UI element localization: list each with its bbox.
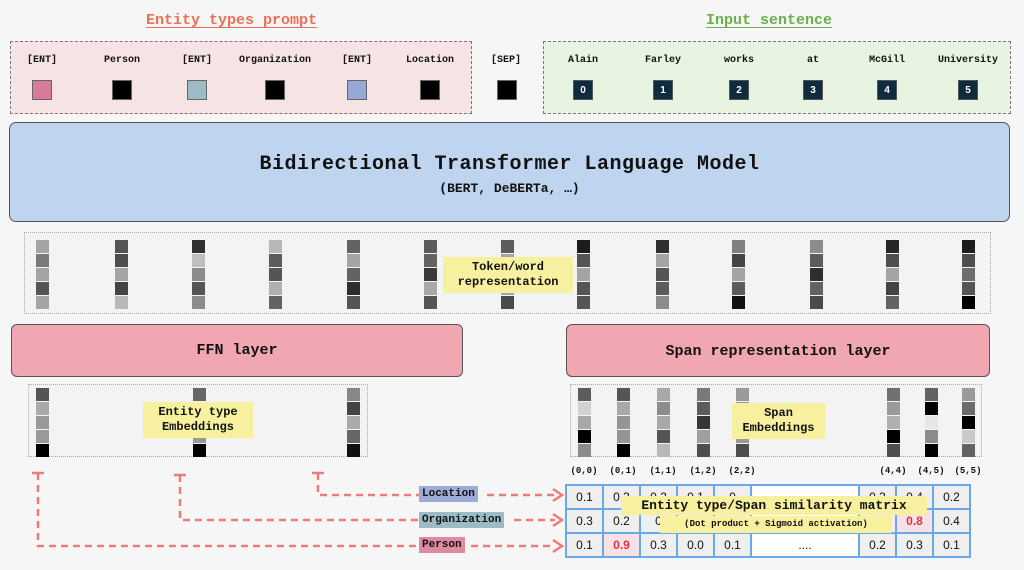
organization-connector-line (178, 475, 420, 522)
matrix-cell: 0.1 (713, 532, 752, 558)
similarity-matrix-title: Entity type/Span similarity matrix (621, 496, 927, 515)
entity-tag-person: Person (419, 537, 465, 553)
location-arrowhead-icon (552, 487, 565, 503)
matrix-cell: 0.0 (676, 532, 715, 558)
matrix-cell: 0.1 (565, 532, 604, 558)
matrix-cell: 0.1 (932, 532, 971, 558)
similarity-matrix-subtitle: (Dot product + Sigmoid activation) (660, 516, 892, 533)
entity-tag-organization: Organization (419, 512, 505, 528)
matrix-cell: 0.9 (602, 532, 641, 558)
matrix-cell: 0.4 (932, 508, 971, 534)
matrix-cell: 0.3 (565, 508, 604, 534)
matrix-cell: 0.3 (639, 532, 678, 558)
person-connector-line (36, 473, 420, 548)
matrix-cell: 0.3 (895, 532, 934, 558)
matrix-ellipsis: .... (750, 532, 860, 558)
location-connector-line (316, 473, 420, 497)
person-arrowhead-icon (552, 538, 565, 554)
matrix-cell: 0.2 (932, 484, 971, 510)
matrix-row: 0.1 0.9 0.3 0.0 0.1.... 0.2 0.3 0.1 (565, 532, 971, 558)
entity-tag-location: Location (419, 486, 478, 502)
matrix-cell: 0.1 (565, 484, 604, 510)
matrix-cell: 0.2 (858, 532, 897, 558)
